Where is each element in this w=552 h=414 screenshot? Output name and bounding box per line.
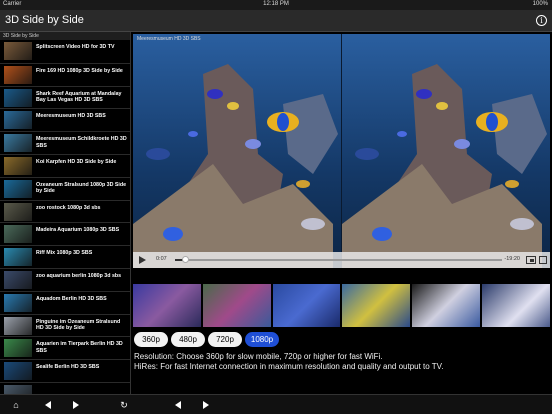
next-icon[interactable] (200, 401, 212, 411)
list-item-label: Fire 169 HD 1080p 3D Side by Side (36, 67, 123, 74)
forward-icon[interactable] (70, 401, 82, 411)
hires-help: HiRes: For fast Internet connection in m… (134, 362, 444, 371)
video-thumbnail (4, 42, 32, 60)
list-item[interactable]: zoo aquarium berlin 1080p 3d sbs (0, 267, 130, 291)
list-item[interactable] (0, 381, 130, 394)
play-icon[interactable] (139, 256, 146, 264)
main-content: Meeresmuseum HD 3D SBS 0:07 -19:20 360p 4… (131, 32, 552, 394)
list-item-label: Aquadom Berlin HD 3D SBS (36, 295, 107, 302)
list-item-label: zoo rostock 1080p 3d sbs (36, 204, 101, 211)
playback-controls: 0:07 -19:20 (133, 252, 550, 268)
video-thumbnail (4, 248, 32, 267)
battery-level: 100% (532, 1, 548, 7)
list-item[interactable]: Meeresmuseum HD 3D SBS (0, 108, 130, 132)
list-item[interactable]: Sealife Berlin HD 3D SBS (0, 359, 130, 382)
list-item-label: Sealife Berlin HD 3D SBS (36, 364, 100, 371)
home-icon[interactable]: ⌂ (10, 400, 22, 410)
resolution-help: Resolution: Choose 360p for slow mobile,… (134, 352, 383, 361)
list-item[interactable]: Aquarien im Tierpark Berlin HD 3D SBS (0, 336, 130, 360)
picture-in-picture-icon[interactable] (526, 256, 536, 264)
resolution-button-480p[interactable]: 480p (171, 332, 205, 347)
video-thumbnail (4, 384, 32, 394)
video-thumbnail (4, 339, 32, 358)
resolution-button-720p[interactable]: 720p (208, 332, 242, 347)
video-thumbnail (4, 362, 32, 381)
video-thumbnail (4, 156, 32, 175)
video-thumbnail (4, 134, 32, 153)
preview-frame[interactable] (342, 284, 411, 327)
resolution-button-1080p[interactable]: 1080p (245, 332, 279, 347)
info-icon[interactable]: i (536, 15, 547, 26)
previous-icon[interactable] (172, 401, 184, 411)
list-item[interactable]: Aquadom Berlin HD 3D SBS (0, 290, 130, 314)
list-item[interactable]: Meeresmuseum Schildkroete HD 3D SBS (0, 131, 130, 154)
video-list-header: 3D Side by Side (0, 32, 130, 40)
list-item-label: zoo aquarium berlin 1080p 3d sbs (36, 272, 122, 279)
help-text: Resolution: Choose 360p for slow mobile,… (134, 352, 549, 372)
resolution-selector: 360p 480p 720p 1080p (134, 332, 279, 347)
video-thumbnail (4, 225, 32, 244)
list-item[interactable]: Fire 169 HD 1080p 3D Side by Side (0, 62, 130, 86)
preview-frame[interactable] (272, 284, 341, 327)
video-thumbnail (4, 111, 32, 130)
list-item[interactable]: Riff Mix 1080p 3D SBS (0, 245, 130, 268)
list-item[interactable]: Ozeaneum Stralsund 1080p 3D Side by Side (0, 176, 130, 200)
list-item[interactable]: Madeira Aquarium 1080p 3D SBS (0, 222, 130, 246)
video-player[interactable]: Meeresmuseum HD 3D SBS 0:07 -19:20 (133, 34, 550, 268)
reload-icon[interactable]: ↻ (118, 400, 130, 410)
preview-frame[interactable] (202, 284, 271, 327)
list-item-label: Madeira Aquarium 1080p 3D SBS (36, 227, 120, 234)
preview-strip (133, 284, 550, 327)
clock: 12:18 PM (263, 1, 289, 7)
video-thumbnail (4, 316, 32, 335)
preview-frame[interactable] (482, 284, 550, 327)
video-frame (133, 34, 550, 268)
remaining-time: -19:20 (504, 256, 520, 262)
video-thumbnail (4, 270, 32, 289)
bottom-toolbar: ⌂ ↻ (0, 394, 552, 414)
list-item-label: Pinguine im Ozeaneum Stralsund HD 3D Sid… (36, 318, 121, 331)
list-item-label: Splitscreen Video HD for 3D TV (36, 44, 115, 50)
preview-frame[interactable] (412, 284, 481, 327)
video-title: Meeresmuseum HD 3D SBS (137, 36, 201, 42)
elapsed-time: 0:07 (156, 256, 167, 262)
video-thumbnail (4, 179, 32, 198)
list-item-label: Shark Reef Aquarium at Mandalay Bay Las … (36, 90, 122, 103)
list-item[interactable]: Koi Karpfen HD 3D Side by Side (0, 153, 130, 177)
list-item-label: Meeresmuseum HD 3D SBS (36, 113, 106, 120)
fullscreen-icon[interactable] (539, 256, 547, 264)
list-item-label: Ozeaneum Stralsund 1080p 3D Side by Side (36, 181, 127, 195)
video-thumbnail (4, 202, 32, 221)
video-list[interactable]: 3D Side by Side Splitscreen Video HD for… (0, 32, 131, 394)
seek-bar[interactable] (175, 256, 502, 263)
list-item[interactable]: Pinguine im Ozeaneum Stralsund HD 3D Sid… (0, 313, 130, 337)
navigation-bar: 3D Side by Side i (0, 10, 552, 32)
list-item[interactable]: zoo rostock 1080p 3d sbs (0, 199, 130, 223)
list-item-label: Aquarien im Tierpark Berlin HD 3D SBS (36, 341, 123, 354)
preview-frame[interactable] (133, 284, 201, 327)
list-item[interactable]: Splitscreen Video HD for 3D TV (0, 40, 130, 63)
back-icon[interactable] (42, 401, 54, 411)
list-item-label: Riff Mix 1080p 3D SBS (36, 250, 93, 257)
video-thumbnail (4, 65, 32, 84)
list-item[interactable]: Shark Reef Aquarium at Mandalay Bay Las … (0, 85, 130, 109)
list-item-label: Meeresmuseum Schildkroete HD 3D SBS (36, 136, 127, 149)
seek-handle[interactable] (181, 256, 189, 263)
status-bar: Carrier 12:18 PM 100% (0, 0, 552, 10)
video-thumbnail (4, 293, 32, 312)
list-item-label: Koi Karpfen HD 3D Side by Side (36, 158, 117, 165)
page-title: 3D Side by Side (5, 14, 84, 26)
video-thumbnail (4, 88, 32, 107)
resolution-button-360p[interactable]: 360p (134, 332, 168, 347)
